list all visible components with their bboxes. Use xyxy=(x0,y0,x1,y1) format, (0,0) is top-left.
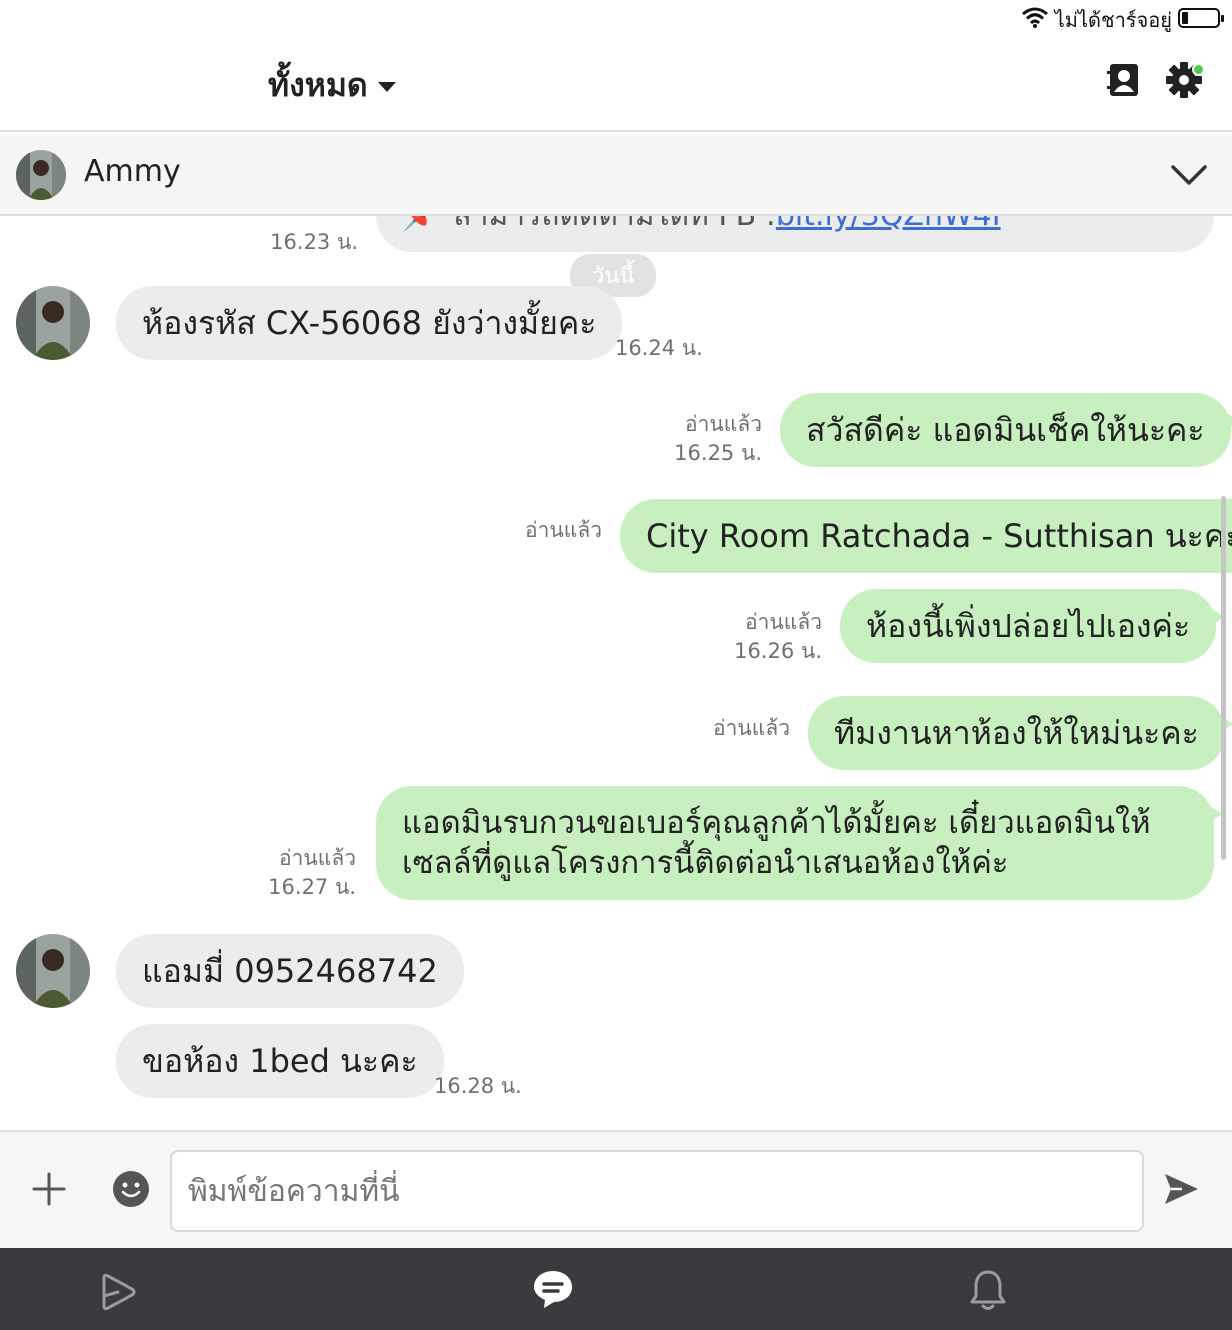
partial-message-text: สามารถติดตามได้ที่ FB : xyxy=(453,216,776,239)
pin-icon: 📌 xyxy=(402,216,439,233)
message-bubble[interactable]: แอดมินรบกวนขอเบอร์คุณลูกค้าได้มั้ยคะ เดี… xyxy=(376,786,1222,900)
message-text-line: แอดมินรบกวนขอเบอร์คุณลูกค้าได้มั้ยคะ เดี… xyxy=(402,805,1151,841)
bell-icon[interactable] xyxy=(968,1268,1008,1312)
bottom-nav xyxy=(0,1248,1232,1330)
chevron-down-icon[interactable] xyxy=(1170,156,1208,194)
message-time: 16.23 น. xyxy=(270,230,358,254)
message-text: ห้องรหัส CX-56068 ยังว่างมั้ยคะ xyxy=(142,303,597,342)
send-icon[interactable] xyxy=(1162,1170,1200,1208)
message-bubble[interactable]: สวัสดีค่ะ แอดมินเช็คให้นะคะ xyxy=(780,393,1232,467)
message-bubble[interactable]: ขอห้อง 1bed นะคะ xyxy=(116,1024,444,1098)
message-bubble[interactable]: ห้องรหัส CX-56068 ยังว่างมั้ยคะ xyxy=(116,286,623,360)
message-text: สวัสดีค่ะ แอดมินเช็คให้นะคะ xyxy=(806,410,1205,449)
plus-icon[interactable] xyxy=(32,1172,66,1206)
message-input[interactable] xyxy=(170,1150,1144,1232)
read-status: อ่านแล้ว 16.27 น. xyxy=(268,846,356,899)
message-text: City Room Ratchada - Sutthisan นะคะ xyxy=(646,516,1232,555)
message-text: ห้องนี้เพิ่งปล่อยไปเองค่ะ xyxy=(866,606,1191,645)
filter-dropdown[interactable]: ทั้งหมด xyxy=(268,60,396,111)
contact-name: Ammy xyxy=(84,154,181,189)
message-text: ขอห้อง 1bed นะคะ xyxy=(142,1041,418,1080)
app-header: ทั้งหมด xyxy=(0,36,1232,132)
chat-icon[interactable] xyxy=(532,1268,574,1310)
wifi-icon xyxy=(1022,7,1048,28)
avatar[interactable] xyxy=(16,286,90,360)
read-status: อ่านแล้ว 16.25 น. xyxy=(674,412,762,465)
message-bubble[interactable]: แอมมี่ 0952468742 xyxy=(116,934,464,1008)
avatar xyxy=(16,150,66,200)
read-status: อ่านแล้ว xyxy=(525,518,602,542)
avatar[interactable] xyxy=(16,934,90,1008)
notification-dot xyxy=(1192,63,1205,76)
message-bubble[interactable]: ห้องนี้เพิ่งปล่อยไปเองค่ะ xyxy=(840,589,1225,663)
message-time: 16.28 น. xyxy=(434,1074,522,1098)
contacts-icon[interactable] xyxy=(1106,62,1142,98)
read-status: อ่านแล้ว xyxy=(713,716,790,740)
message-link[interactable]: bit.ly/3QZhW4I xyxy=(776,216,1001,233)
message-bubble-partial: 📌 สามารถติดตามได้ที่ FB : bit.ly/3QZhW4I xyxy=(376,216,1214,252)
message-bubble[interactable]: City Room Ratchada - Sutthisan นะคะ xyxy=(620,499,1232,573)
message-list[interactable]: 16.23 น. 📌 สามารถติดตามได้ที่ FB : bit.l… xyxy=(0,216,1232,1130)
message-text: แอมมี่ 0952468742 xyxy=(142,951,438,990)
battery-icon xyxy=(1178,8,1224,28)
message-text: ทีมงานหาห้องให้ใหม่นะคะ xyxy=(834,713,1199,752)
message-input-bar xyxy=(0,1130,1232,1248)
status-bar: ไม่ได้ชาร์จอยู่ xyxy=(0,0,1232,36)
caret-down-icon xyxy=(377,81,396,92)
play-icon[interactable] xyxy=(98,1272,138,1312)
smile-icon[interactable] xyxy=(112,1170,150,1208)
message-bubble[interactable]: ทีมงานหาห้องให้ใหม่นะคะ xyxy=(808,696,1232,770)
chat-contact-bar[interactable]: Ammy xyxy=(0,134,1232,216)
scrollbar[interactable] xyxy=(1221,496,1226,860)
read-status: อ่านแล้ว 16.26 น. xyxy=(734,610,822,663)
charging-status: ไม่ได้ชาร์จอยู่ xyxy=(1054,8,1172,32)
message-text-line: เซลล์ที่ดูแลโครงการนี้ติดต่อนำเสนอห้องให… xyxy=(402,845,1009,881)
message-time: 16.24 น. xyxy=(615,336,703,360)
filter-title: ทั้งหมด xyxy=(268,66,368,104)
